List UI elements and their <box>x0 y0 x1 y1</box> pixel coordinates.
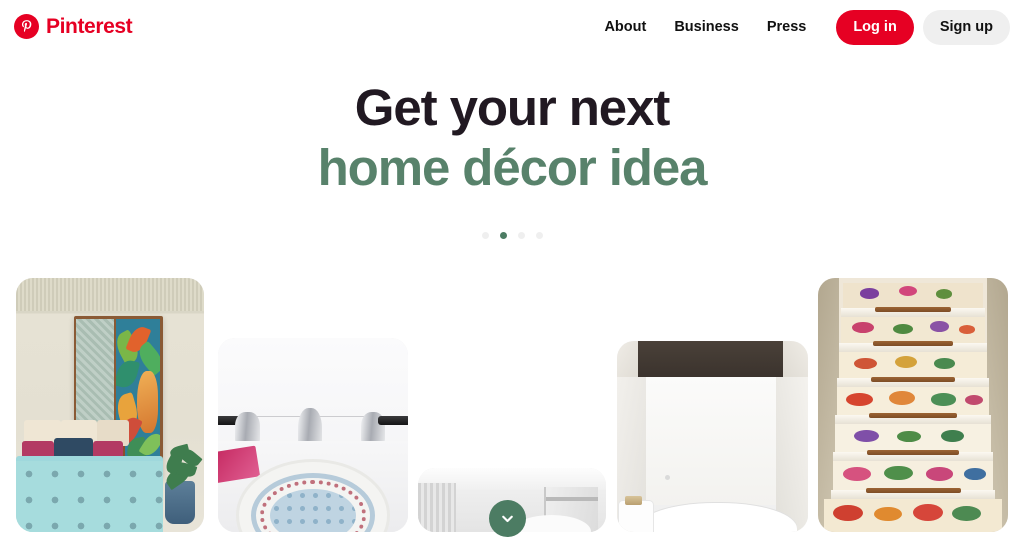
carousel-dot-1[interactable] <box>481 232 489 239</box>
marble-basin-image <box>218 338 408 532</box>
minimal-bathroom-image <box>617 341 808 532</box>
login-button[interactable]: Log in <box>836 10 914 45</box>
carousel-dot-2[interactable] <box>499 232 507 239</box>
scroll-down-button[interactable] <box>489 500 526 537</box>
nav-link-business[interactable]: Business <box>660 11 752 44</box>
hero-line-secondary: home décor idea <box>317 139 708 197</box>
carousel-dot-3[interactable] <box>517 232 525 239</box>
signup-button[interactable]: Sign up <box>922 10 1010 45</box>
collage-card-minimal-bathroom[interactable] <box>617 341 808 532</box>
main-navigation: About Business Press Log in Sign up <box>590 10 1010 45</box>
pinterest-logo-icon <box>14 14 39 39</box>
collage-card-floral-stairs[interactable] <box>818 278 1008 532</box>
bedroom-image <box>16 278 204 532</box>
hero-heading: Get your next home décor idea <box>0 78 1024 198</box>
collage-card-bedroom[interactable] <box>16 278 204 532</box>
site-header: Pinterest About Business Press Log in Si… <box>0 0 1024 56</box>
pinterest-logo[interactable]: Pinterest <box>14 14 133 39</box>
nav-link-press[interactable]: Press <box>753 11 821 44</box>
floral-stairs-image <box>818 278 1008 532</box>
hero-line-primary: Get your next <box>354 79 671 136</box>
carousel-dot-4[interactable] <box>535 232 543 239</box>
chevron-down-icon <box>499 510 516 527</box>
brand-name: Pinterest <box>46 15 133 38</box>
carousel-dots <box>0 232 1024 239</box>
collage-card-bathroom-basin[interactable] <box>218 338 408 532</box>
nav-link-about[interactable]: About <box>590 11 660 44</box>
